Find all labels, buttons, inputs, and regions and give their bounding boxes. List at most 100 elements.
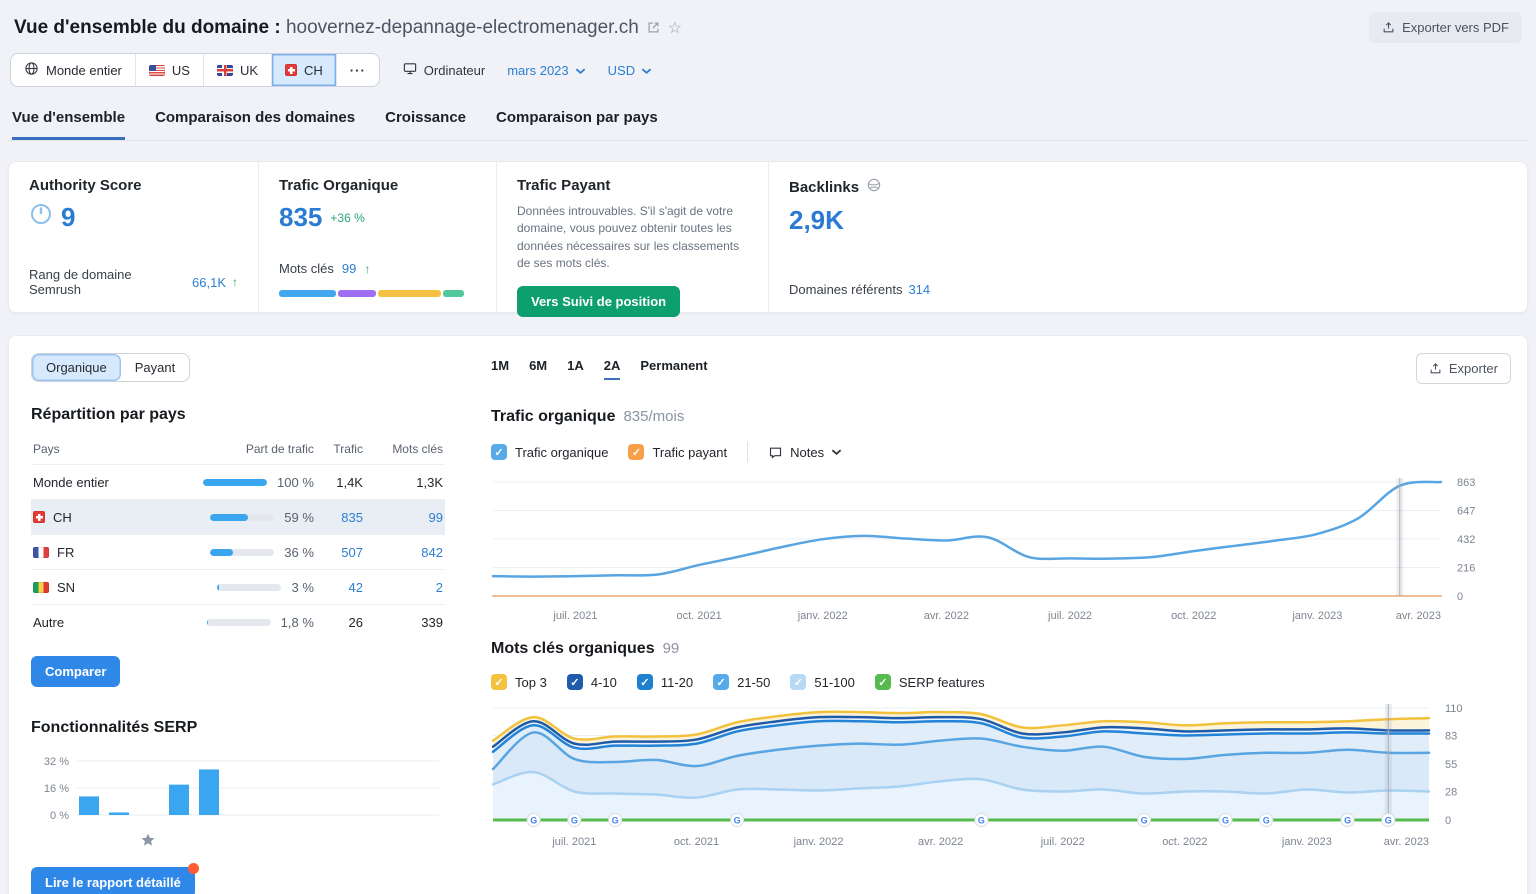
organic-traffic-value[interactable]: 835	[279, 202, 322, 233]
legend-trafic-organique[interactable]: ✓Trafic organique	[491, 444, 608, 460]
svg-text:G: G	[978, 816, 985, 826]
toggle-payant[interactable]: Payant	[121, 354, 189, 381]
range-tab-6m[interactable]: 6M	[529, 358, 547, 380]
note-icon	[768, 445, 783, 460]
traffic-share-cell: 59 %	[148, 500, 316, 535]
organic-traffic-card: Trafic Organique 835 +36 % Mots clés 99 …	[259, 162, 497, 312]
country-row-autre[interactable]: Autre1,8 %26339	[31, 605, 445, 640]
traffic-value-cell[interactable]: 507	[316, 535, 365, 570]
serp-features-chart[interactable]: 32 %16 %0 %	[31, 749, 443, 827]
country-name: SN	[57, 580, 75, 595]
country-row-monde-entier[interactable]: Monde entier100 %1,4K1,3K	[31, 465, 445, 500]
svg-text:G: G	[1141, 816, 1148, 826]
knowledge-panel-icon[interactable]	[377, 829, 399, 851]
legend-trafic-payant[interactable]: ✓Trafic payant	[628, 444, 727, 460]
legend-serp-features[interactable]: ✓SERP features	[875, 674, 985, 690]
checkbox-icon: ✓	[637, 674, 653, 690]
range-tab-2a[interactable]: 2A	[604, 358, 621, 380]
country-row-sn[interactable]: SN 3 %422	[31, 570, 445, 605]
location-tab-label: CH	[304, 63, 323, 78]
keywords-value-cell[interactable]: 842	[365, 535, 445, 570]
image-pack-icon[interactable]	[197, 829, 219, 851]
external-link-icon[interactable]	[646, 20, 661, 35]
legend-4-10[interactable]: ✓4-10	[567, 674, 617, 690]
currency-selector[interactable]: USD	[608, 63, 652, 78]
location-tab-us[interactable]: US	[136, 54, 204, 86]
legend-label: 51-100	[814, 675, 854, 690]
legend-51-100[interactable]: ✓51-100	[790, 674, 854, 690]
top-stories-icon[interactable]	[407, 829, 429, 851]
checkbox-icon: ✓	[875, 674, 891, 690]
svg-text:avr. 2022: avr. 2022	[918, 836, 963, 848]
traffic-share-bar	[210, 514, 274, 521]
legend-label: 4-10	[591, 675, 617, 690]
notes-label: Notes	[790, 445, 824, 460]
local-pack-icon[interactable]	[347, 829, 369, 851]
keywords-value-cell[interactable]: 2	[365, 570, 445, 605]
chevron-down-icon	[575, 63, 586, 78]
position-tracking-button[interactable]: Vers Suivi de position	[517, 286, 680, 317]
featured-video-icon[interactable]	[257, 829, 279, 851]
ch-flag-icon	[33, 511, 45, 523]
svg-text:G: G	[1222, 816, 1229, 826]
domain-rank-value[interactable]: 66,1K	[192, 275, 226, 290]
range-tab-1m[interactable]: 1M	[491, 358, 509, 380]
svg-text:0: 0	[1445, 815, 1451, 827]
traffic-value-cell[interactable]: 835	[316, 500, 365, 535]
image-icon[interactable]	[167, 829, 189, 851]
traffic-value-cell: 1,4K	[316, 465, 365, 500]
traffic-share-value: 36 %	[284, 545, 314, 560]
faq-icon[interactable]	[317, 829, 339, 851]
range-tab-permanent[interactable]: Permanent	[640, 358, 707, 380]
video-carousel-icon[interactable]	[287, 829, 309, 851]
legend-top-3[interactable]: ✓Top 3	[491, 674, 547, 690]
summary-card: Authority Score 9 Rang de domaine Semrus…	[8, 161, 1528, 313]
backlinks-value[interactable]: 2,9K	[789, 205, 1507, 236]
svg-text:janv. 2023: janv. 2023	[1291, 610, 1342, 622]
location-tab-monde-entier[interactable]: Monde entier	[11, 54, 136, 86]
read-report-button[interactable]: Lire le rapport détaillé	[31, 867, 195, 894]
share-cell: 3 %	[150, 580, 314, 595]
reviews-star-icon[interactable]	[137, 829, 159, 851]
export-button[interactable]: Exporter	[1416, 353, 1511, 384]
video-icon[interactable]	[227, 829, 249, 851]
referring-domains-value[interactable]: 314	[908, 282, 930, 297]
export-button-label: Exporter	[1449, 361, 1498, 376]
location-tab-ch[interactable]: CH	[272, 54, 337, 86]
organic-traffic-chart[interactable]: 8636474322160juil. 2021oct. 2021janv. 20…	[491, 472, 1511, 624]
authority-score-title: Authority Score	[29, 177, 238, 194]
traffic-value-cell[interactable]: 42	[316, 570, 365, 605]
country-row-ch[interactable]: CH59 %83599	[31, 500, 445, 535]
legend-21-50[interactable]: ✓21-50	[713, 674, 770, 690]
crown-icon[interactable]	[77, 829, 99, 851]
tab-vue-d-ensemble[interactable]: Vue d'ensemble	[12, 99, 125, 140]
globe-icon	[24, 61, 39, 79]
location-tab-uk[interactable]: UK	[204, 54, 272, 86]
compare-button[interactable]: Comparer	[31, 656, 120, 687]
sitelinks-icon[interactable]	[107, 829, 129, 851]
tab-croissance[interactable]: Croissance	[385, 99, 466, 140]
svg-text:647: 647	[1457, 506, 1475, 518]
range-tab-1a[interactable]: 1A	[567, 358, 584, 380]
svg-text:G: G	[1344, 816, 1351, 826]
favorite-star-icon[interactable]: ☆	[668, 18, 682, 38]
main-card: OrganiquePayant Répartition par pays Pay…	[8, 335, 1528, 894]
notes-dropdown[interactable]: Notes	[768, 445, 842, 460]
svg-text:oct. 2021: oct. 2021	[674, 836, 719, 848]
keywords-value-cell[interactable]: 99	[365, 500, 445, 535]
toggle-organique[interactable]: Organique	[32, 354, 121, 381]
organic-keywords-chart[interactable]: 1108355280GGGGGGGGGGjuil. 2021oct. 2021j…	[491, 698, 1511, 850]
keywords-count-value[interactable]: 99	[342, 261, 356, 276]
location-tab-[interactable]: ···	[337, 54, 379, 86]
device-selector[interactable]: Ordinateur	[402, 61, 485, 79]
us-flag-icon	[149, 65, 165, 76]
date-selector[interactable]: mars 2023	[507, 63, 585, 78]
jobs-icon[interactable]	[437, 829, 459, 851]
tab-comparaison-par-pays[interactable]: Comparaison par pays	[496, 99, 658, 140]
country-row-fr[interactable]: FR36 %507842	[31, 535, 445, 570]
export-pdf-button[interactable]: Exporter vers PDF	[1369, 12, 1522, 43]
traffic-share-bar	[210, 549, 274, 556]
authority-score-value: 9	[61, 202, 75, 233]
legend-11-20[interactable]: ✓11-20	[637, 674, 693, 690]
tab-comparaison-des-domaines[interactable]: Comparaison des domaines	[155, 99, 355, 140]
